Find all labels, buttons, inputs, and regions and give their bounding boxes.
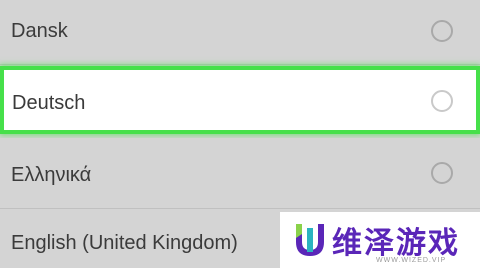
radio-button[interactable] xyxy=(431,90,453,112)
watermark-title: 维泽游戏 xyxy=(332,226,460,261)
radio-button[interactable] xyxy=(431,162,453,184)
language-option-greek[interactable]: Ελληνικά xyxy=(0,138,480,208)
watermark-subtitle: WWW.WIZED.VIP xyxy=(376,257,447,264)
language-label: English (United Kingdom) xyxy=(11,232,238,254)
language-label: Dansk xyxy=(11,20,68,42)
radio-button[interactable] xyxy=(431,20,453,42)
divider xyxy=(0,64,480,65)
language-option-deutsch[interactable]: Deutsch xyxy=(0,66,480,134)
language-option-dansk[interactable]: Dansk xyxy=(0,0,480,64)
language-label: Ελληνικά xyxy=(11,164,92,186)
watermark: 维泽游戏 WWW.WIZED.VIP xyxy=(280,212,480,268)
language-label: Deutsch xyxy=(12,92,86,114)
divider xyxy=(0,208,480,209)
wized-logo-icon xyxy=(296,224,324,256)
